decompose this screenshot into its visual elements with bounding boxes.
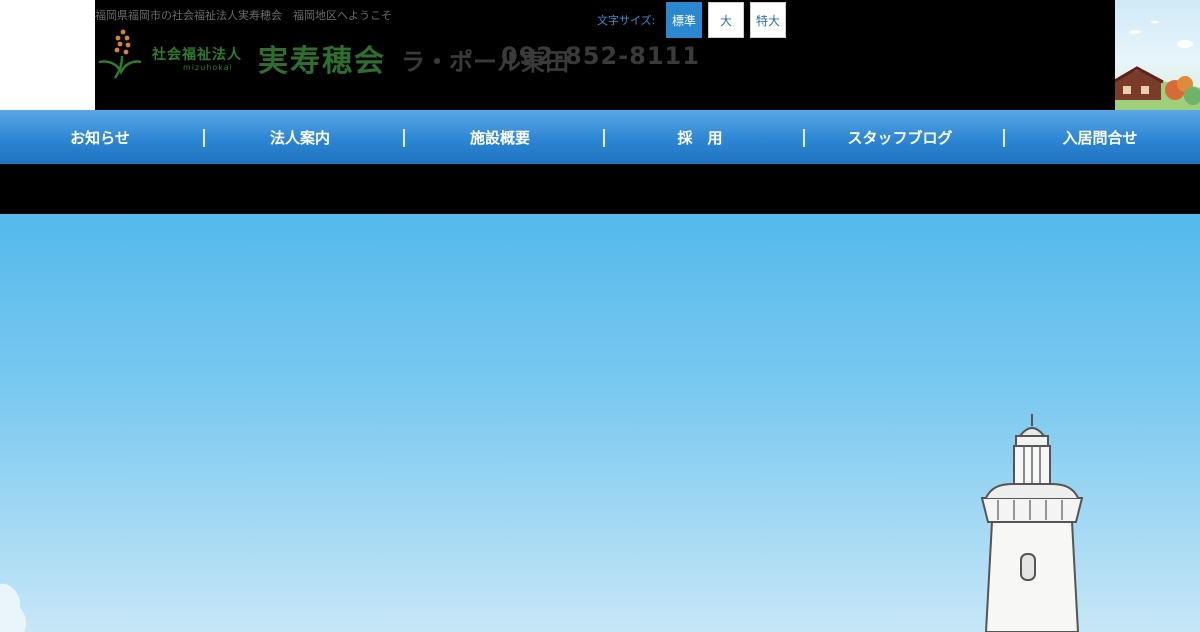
logo-roman-text: mizuhokai (183, 63, 233, 72)
page-left-margin (0, 0, 95, 110)
lighthouse-icon (980, 414, 1084, 632)
header-illustration (1115, 0, 1200, 110)
font-size-label: 文字サイズ: (597, 14, 656, 27)
site-header: 福岡県福岡市の社会福祉法人実寿穂会 福岡地区へようこそ 社会福祉法人 mizuh… (95, 0, 1115, 110)
site-tagline: 福岡県福岡市の社会福祉法人実寿穂会 福岡地区へようこそ (95, 9, 392, 22)
nav-item-admission-inquiry[interactable]: 入居問合せ (1000, 110, 1200, 164)
nav-item-staff-blog[interactable]: スタッフブログ (800, 110, 1000, 164)
nav-item-about-corporation[interactable]: 法人案内 (200, 110, 400, 164)
hero-image (0, 214, 1200, 632)
cloud-icon (0, 583, 27, 632)
nav-item-news[interactable]: お知らせ (0, 110, 200, 164)
nav-item-facility-overview[interactable]: 施設概要 (400, 110, 600, 164)
font-size-large-button[interactable]: 大 (708, 2, 744, 38)
black-banner-strip (0, 164, 1200, 214)
main-navigation: お知らせ 法人案内 施設概要 採 用 スタッフブログ 入居問合せ (0, 110, 1200, 164)
nav-item-recruit[interactable]: 採 用 (600, 110, 800, 164)
phone-number[interactable]: 092-852-8111 (501, 42, 700, 70)
logo-sprout-icon (98, 29, 142, 79)
font-size-xlarge-button[interactable]: 特大 (750, 2, 786, 38)
font-size-standard-button[interactable]: 標準 (666, 2, 702, 38)
landscape-illustration-icon (1115, 20, 1200, 110)
logo-corporation-text: 社会福祉法人 (152, 47, 242, 63)
logo-main-text[interactable]: 実寿穂会 (258, 36, 386, 80)
